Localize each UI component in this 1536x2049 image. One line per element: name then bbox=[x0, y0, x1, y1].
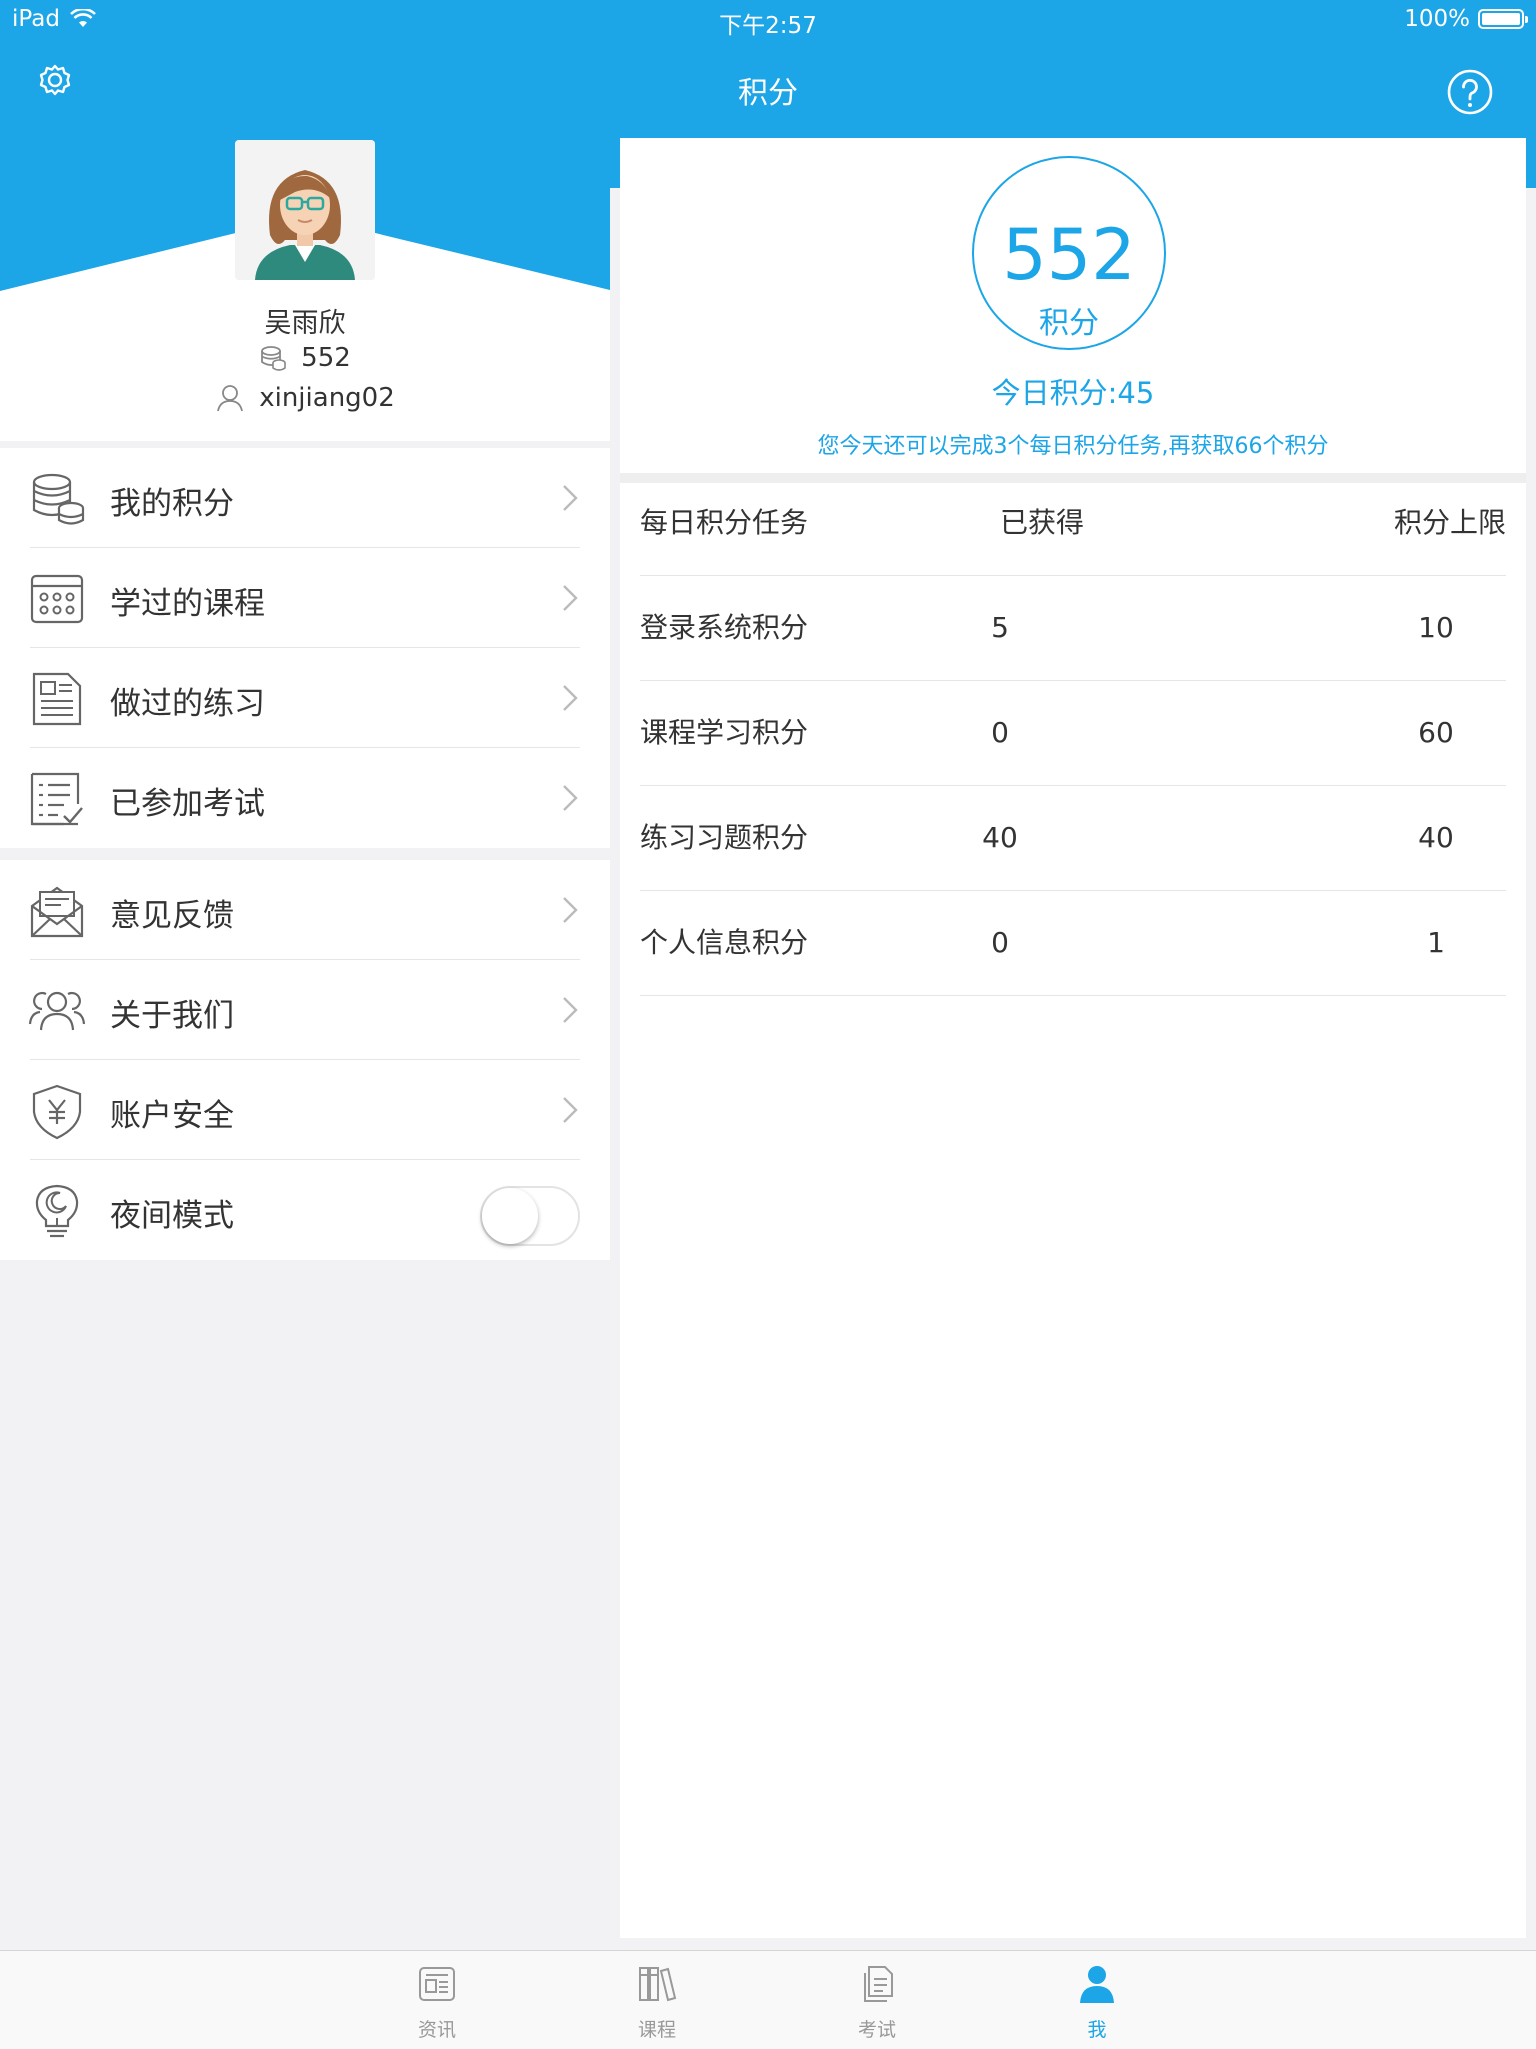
score-unit: 积分 bbox=[1039, 306, 1099, 341]
menu-label: 做过的练习 bbox=[110, 686, 265, 722]
menu-group-2: 意见反馈 关于我们 账户安全 夜间模式 bbox=[0, 860, 610, 1260]
table-row: 个人信息积分 0 1 bbox=[640, 891, 1506, 996]
menu-label: 关于我们 bbox=[110, 998, 234, 1034]
calendar-grid-icon bbox=[30, 574, 84, 624]
task-table: 每日积分任务 已获得 积分上限 登录系统积分 5 10 课程学习积分 0 60 … bbox=[640, 483, 1506, 996]
section-divider bbox=[620, 473, 1526, 483]
checklist-icon bbox=[30, 772, 83, 826]
battery-percent: 100% bbox=[1404, 6, 1470, 32]
users-icon bbox=[28, 991, 86, 1031]
chevron-right-icon bbox=[563, 785, 578, 811]
battery-icon bbox=[1478, 9, 1528, 29]
tab-me[interactable]: 我 bbox=[1037, 1951, 1157, 2049]
exam-paper-icon bbox=[864, 1966, 893, 2002]
task-earned: 0 bbox=[991, 926, 1009, 959]
tab-exams[interactable]: 考试 bbox=[817, 1951, 937, 2049]
toggle-knob bbox=[482, 1188, 538, 1244]
avatar[interactable] bbox=[235, 140, 375, 280]
task-name: 课程学习积分 bbox=[640, 716, 809, 749]
user-outline-icon bbox=[217, 385, 244, 412]
points-line: 552 bbox=[0, 343, 610, 373]
task-earned: 5 bbox=[991, 611, 1009, 644]
menu-item-exercises[interactable]: 做过的练习 bbox=[0, 648, 610, 748]
table-row: 登录系统积分 5 10 bbox=[640, 576, 1506, 681]
chevron-right-icon bbox=[563, 485, 578, 511]
tab-courses[interactable]: 课程 bbox=[597, 1951, 717, 2049]
menu-item-about[interactable]: 关于我们 bbox=[0, 960, 610, 1060]
user-name: 吴雨欣 bbox=[264, 308, 346, 339]
task-limit: 60 bbox=[1418, 716, 1454, 749]
task-name: 练习习题积分 bbox=[640, 821, 809, 854]
night-mode-toggle[interactable] bbox=[480, 1186, 580, 1246]
menu-item-exams[interactable]: 已参加考试 bbox=[0, 748, 610, 848]
envelope-icon bbox=[30, 886, 84, 938]
menu-item-courses[interactable]: 学过的课程 bbox=[0, 548, 610, 648]
menu-item-my-points[interactable]: 我的积分 bbox=[0, 448, 610, 548]
header-earned: 已获得 bbox=[1000, 506, 1085, 539]
document-icon bbox=[32, 672, 82, 726]
tab-news[interactable]: 资讯 bbox=[377, 1951, 497, 2049]
chevron-right-icon bbox=[563, 685, 578, 711]
task-earned: 0 bbox=[991, 716, 1009, 749]
points-panel: 552 积分 今日积分:45 您今天还可以完成3个每日积分任务,再获取66个积分… bbox=[620, 138, 1526, 1938]
chevron-right-icon bbox=[563, 1097, 578, 1123]
coins-icon bbox=[261, 346, 286, 371]
status-bar: iPad 下午2:57 100% bbox=[0, 0, 1536, 40]
menu-group-1: 我的积分 学过的课程 做过的练习 已参加考试 bbox=[0, 448, 610, 848]
shield-yen-icon bbox=[32, 1084, 82, 1140]
score-circle: 552 积分 bbox=[972, 156, 1166, 350]
menu-item-night-mode: 夜间模式 bbox=[0, 1160, 610, 1260]
tasks-hint: 您今天还可以完成3个每日积分任务,再获取66个积分 bbox=[817, 434, 1329, 459]
page-title: 积分 bbox=[738, 76, 798, 111]
score-value: 552 bbox=[1002, 214, 1136, 296]
lightbulb-moon-icon bbox=[35, 1184, 79, 1238]
table-header: 每日积分任务 已获得 积分上限 bbox=[640, 483, 1506, 576]
profile-card: 吴雨欣 552 xinjiang02 bbox=[0, 138, 610, 441]
status-time: 下午2:57 bbox=[719, 13, 817, 39]
chevron-right-icon bbox=[563, 897, 578, 923]
avatar-portrait-icon bbox=[235, 140, 375, 280]
menu-label: 已参加考试 bbox=[110, 786, 265, 822]
tab-label: 课程 bbox=[637, 2019, 676, 2041]
task-limit: 40 bbox=[1418, 821, 1454, 854]
task-limit: 10 bbox=[1418, 611, 1454, 644]
menu-item-feedback[interactable]: 意见反馈 bbox=[0, 860, 610, 960]
task-limit: 1 bbox=[1427, 926, 1445, 959]
chevron-right-icon bbox=[563, 997, 578, 1023]
menu-label: 我的积分 bbox=[110, 486, 234, 522]
username-line: xinjiang02 bbox=[0, 383, 610, 413]
person-icon bbox=[1080, 1966, 1114, 2003]
menu-label: 账户安全 bbox=[110, 1098, 234, 1134]
user-username: xinjiang02 bbox=[259, 383, 395, 413]
header-limit: 积分上限 bbox=[1393, 506, 1506, 539]
menu-label: 夜间模式 bbox=[110, 1198, 234, 1234]
menu-label: 意见反馈 bbox=[110, 898, 234, 934]
user-points: 552 bbox=[301, 343, 351, 373]
tab-label: 考试 bbox=[857, 2019, 896, 2041]
task-name: 登录系统积分 bbox=[640, 611, 809, 644]
left-panel: 吴雨欣 552 xinjiang02 我的积分 学过的课程 做过的练习 已参加考… bbox=[0, 138, 610, 1950]
tab-bar: 资讯 课程 考试 我 bbox=[0, 1950, 1536, 2049]
today-points: 今日积分:45 bbox=[991, 376, 1155, 410]
books-icon bbox=[639, 1967, 677, 2002]
news-icon bbox=[419, 1967, 455, 2001]
task-earned: 40 bbox=[982, 821, 1018, 854]
menu-item-security[interactable]: 账户安全 bbox=[0, 1060, 610, 1160]
menu-label: 学过的课程 bbox=[110, 586, 265, 622]
tab-label: 资讯 bbox=[417, 2019, 456, 2041]
chevron-right-icon bbox=[563, 585, 578, 611]
coins-stack-icon bbox=[32, 473, 85, 525]
task-name: 个人信息积分 bbox=[640, 926, 809, 959]
tab-label: 我 bbox=[1087, 2019, 1107, 2041]
table-row: 课程学习积分 0 60 bbox=[640, 681, 1506, 786]
header-task: 每日积分任务 bbox=[640, 506, 809, 539]
table-row: 练习习题积分 40 40 bbox=[640, 786, 1506, 891]
question-circle-icon[interactable] bbox=[1446, 68, 1496, 118]
